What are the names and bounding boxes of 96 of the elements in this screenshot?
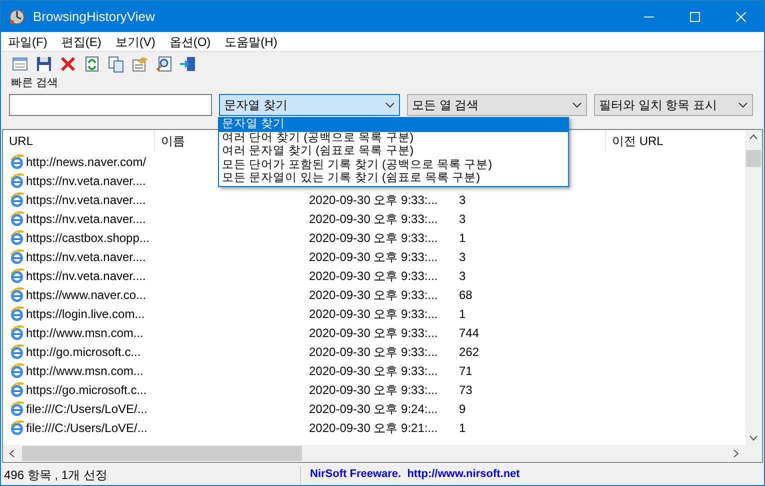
- browser-globe-icon: [9, 382, 25, 398]
- vertical-scrollbar[interactable]: [745, 130, 762, 445]
- browser-globe-icon: [9, 420, 25, 436]
- delete-x-icon[interactable]: [59, 55, 77, 73]
- visit-count-cell: 73: [459, 382, 472, 396]
- visit-time-cell: 2020-09-30 오후 9:33:...: [309, 250, 438, 264]
- url-cell-text: file:///C:/Users/LoVE/...: [26, 400, 148, 418]
- maximize-icon: [690, 12, 700, 22]
- visit-count-cell: 1: [459, 420, 466, 434]
- scroll-down-icon: [749, 435, 758, 441]
- visit-time-cell: 2020-09-30 오후 9:33:...: [309, 382, 438, 396]
- visit-count-cell: 1: [459, 230, 466, 244]
- caret-icon: [738, 102, 748, 108]
- visit-count-cell: 3: [459, 268, 466, 282]
- app-icon: [9, 8, 25, 24]
- browser-globe-icon: [9, 172, 25, 188]
- browser-globe-icon: [9, 230, 25, 246]
- visit-time-cell: 2020-09-30 오후 9:33:...: [309, 288, 438, 302]
- dropdown-option[interactable]: 모든 문자열이 있는 기록 찾기 (쉼표로 목록 구분): [219, 172, 568, 186]
- copy-icon[interactable]: [107, 55, 125, 73]
- visit-count-cell: 3: [459, 250, 466, 264]
- visit-count-cell: 262: [459, 344, 480, 358]
- visit-time-cell: 2020-09-30 오후 9:33:...: [309, 344, 438, 358]
- caret-icon: [385, 102, 395, 108]
- url-cell-text: https://castbox.shopp...: [26, 230, 150, 246]
- menu-item[interactable]: 편집(E): [54, 32, 108, 50]
- menu-item[interactable]: 도움말(H): [218, 32, 284, 50]
- group-label: 빠른 검색: [11, 76, 60, 90]
- browser-globe-icon: [9, 400, 25, 416]
- scroll-right-icon: [733, 449, 739, 458]
- visit-time-cell: 2020-09-30 오후 9:33:...: [309, 192, 438, 206]
- url-cell-text: https://nv.veta.naver....: [26, 192, 146, 208]
- url-cell-text: http://go.microsoft.c...: [26, 344, 141, 360]
- visit-time-cell: 2020-09-30 오후 9:33:...: [309, 230, 438, 244]
- visit-time-cell: 2020-09-30 오후 9:24:...: [309, 402, 438, 416]
- scroll-thumb[interactable]: [746, 150, 761, 167]
- url-cell-text: http://news.naver.com/: [26, 154, 146, 170]
- menu-item[interactable]: 파일(F): [1, 32, 54, 50]
- credit-link[interactable]: NirSoft Freeware. http://www.nirsoft.net: [301, 466, 520, 483]
- find-icon[interactable]: [155, 55, 173, 73]
- visit-time-cell: 2020-09-30 오후 9:21:...: [309, 420, 438, 434]
- url-cell-text: https://nv.veta.naver....: [26, 268, 146, 284]
- dropdown-option[interactable]: 모든 단어가 포함된 기록 찾기 (공백으로 목록 구분): [219, 158, 568, 172]
- visit-count-cell: 744: [459, 326, 480, 340]
- url-cell-text: https://nv.veta.naver....: [26, 248, 146, 266]
- url-cell-text: file:///C:/Users/LoVE/...: [26, 420, 148, 436]
- window-title: BrowsingHistoryView: [33, 8, 155, 26]
- visit-count-cell: 71: [459, 364, 472, 378]
- visit-time-cell: 2020-09-30 오후 9:33:...: [309, 212, 438, 226]
- scroll-thumb[interactable]: [22, 446, 302, 461]
- window-icon[interactable]: [11, 55, 29, 73]
- browser-globe-icon: [9, 286, 25, 302]
- dropdown-option[interactable]: 여러 단어 찾기 (공백으로 목록 구분): [219, 132, 568, 145]
- browser-globe-icon: [9, 362, 25, 378]
- visit-count-cell: 3: [459, 212, 466, 226]
- refresh-icon[interactable]: [83, 55, 101, 73]
- url-cell-text: https://go.microsoft.c...: [26, 382, 147, 398]
- visit-count-cell: 3: [459, 192, 466, 206]
- url-cell-text: https://nv.veta.naver....: [26, 210, 146, 228]
- dropdown-select[interactable]: 모든 열 검색: [407, 94, 587, 116]
- dropdown-select[interactable]: 문자열 찾기: [219, 94, 400, 116]
- url-cell-text: http://www.msn.com...: [26, 324, 144, 342]
- browser-globe-icon: [9, 268, 25, 284]
- url-cell-text: https://login.live.com...: [26, 306, 145, 322]
- dropdown-select[interactable]: 필터와 일치 항목 표시: [594, 94, 753, 116]
- caret-icon: [572, 102, 582, 108]
- visit-count-cell: 1: [459, 306, 466, 320]
- scroll-up-icon: [749, 134, 758, 140]
- scroll-left-icon: [9, 449, 15, 458]
- menu-item[interactable]: 옵션(O): [162, 32, 218, 50]
- dropdown-option[interactable]: 문자열 찾기: [219, 118, 568, 132]
- visit-time-cell: 2020-09-30 오후 9:33:...: [309, 326, 438, 340]
- url-cell-text: http://www.msn.com...: [26, 362, 144, 380]
- item-count: 496 항목 , 1개 선정: [1, 466, 301, 484]
- visit-time-cell: 2020-09-30 오후 9:33:...: [309, 268, 438, 282]
- url-cell-text: https://www.naver.co...: [26, 286, 146, 304]
- browser-globe-icon: [9, 210, 25, 226]
- menu-item[interactable]: 보기(V): [108, 32, 162, 50]
- search-field[interactable]: [9, 94, 212, 116]
- browser-globe-icon: [9, 306, 25, 322]
- close-icon: [736, 12, 746, 22]
- visit-time-cell: 2020-09-30 오후 9:33:...: [309, 364, 438, 378]
- dropdown-option[interactable]: 여러 문자열 찾기 (쉼표로 목록 구분): [219, 145, 568, 158]
- url-cell-text: https://nv.veta.naver....: [26, 172, 146, 190]
- visit-count-cell: 9: [459, 402, 466, 416]
- browser-globe-icon: [9, 248, 25, 264]
- visit-count-cell: 68: [459, 288, 472, 302]
- horizontal-scrollbar[interactable]: [3, 445, 762, 462]
- column-header[interactable]: URL: [3, 130, 155, 152]
- browser-globe-icon: [9, 192, 25, 208]
- browser-globe-icon: [9, 154, 25, 170]
- visit-time-cell: 2020-09-30 오후 9:33:...: [309, 306, 438, 320]
- properties-icon[interactable]: [131, 55, 149, 73]
- browser-globe-icon: [9, 344, 25, 360]
- browser-globe-icon: [9, 324, 25, 340]
- exit-door-icon[interactable]: [179, 55, 197, 73]
